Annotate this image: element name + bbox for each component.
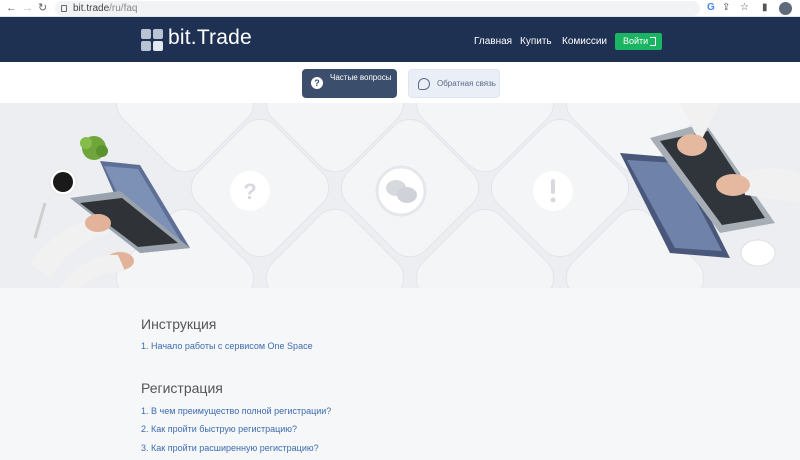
section-title-registration: Регистрация [141, 380, 223, 396]
tab-feedback[interactable]: Обратная связь [408, 69, 500, 98]
tab-faq[interactable]: ? Частые вопросы [302, 69, 397, 98]
question-icon: ? [230, 171, 270, 211]
lock-icon [61, 5, 67, 12]
tab-faq-label: Частые вопросы [330, 73, 392, 82]
profile-avatar-icon[interactable] [779, 2, 792, 15]
url-path: /ru/faq [109, 3, 138, 14]
nav-buy[interactable]: Купить [520, 36, 552, 47]
site-header: bit.Trade Главная Купить Комиссии Войти [0, 17, 800, 62]
faq-link[interactable]: 3. Как пройти расширенную регистрацию? [141, 443, 319, 453]
svg-text:?: ? [243, 179, 256, 204]
faq-link[interactable]: 1. В чем преимущество полной регистрации… [141, 406, 331, 416]
section-title-instructions: Инструкция [141, 316, 217, 332]
share-icon[interactable]: ⇪ [722, 1, 730, 15]
chat-icon [418, 78, 430, 90]
back-icon[interactable]: ← [6, 1, 17, 15]
nav-fees[interactable]: Комиссии [562, 36, 607, 47]
chat-icon [375, 165, 427, 217]
tab-feedback-label: Обратная связь [437, 79, 496, 88]
logo-mark-icon [141, 29, 163, 51]
faq-link[interactable]: 2. Как пройти быструю регистрацию? [141, 424, 297, 434]
bookmark-star-icon[interactable]: ☆ [740, 1, 749, 15]
hero-illustration: ? [30, 103, 800, 288]
login-icon [650, 37, 656, 46]
sidebar-icon[interactable]: ▮ [762, 1, 768, 15]
faq-content: Инструкция 1. Начало работы с сервисом O… [0, 288, 800, 460]
login-label: Войти [623, 36, 649, 46]
faq-tabs: ? Частые вопросы Обратная связь [0, 62, 800, 103]
address-bar[interactable]: bit.trade/ru/faq [55, 1, 700, 16]
url-host: bit.trade [73, 3, 110, 14]
faq-link[interactable]: 1. Начало работы с сервисом One Space [141, 341, 313, 351]
google-icon[interactable]: G [707, 1, 715, 15]
browser-toolbar: ← → ↻ bit.trade/ru/faq G ⇪ ☆ ▮ [0, 0, 800, 17]
exclamation-icon [533, 171, 573, 211]
login-button[interactable]: Войти [615, 33, 662, 50]
question-icon: ? [311, 77, 323, 89]
hero-banner: ? [0, 103, 800, 288]
reload-icon[interactable]: ↻ [38, 1, 47, 15]
forward-icon[interactable]: → [22, 1, 33, 15]
brand-name: bit.Trade [168, 26, 252, 49]
nav-home[interactable]: Главная [474, 36, 512, 47]
